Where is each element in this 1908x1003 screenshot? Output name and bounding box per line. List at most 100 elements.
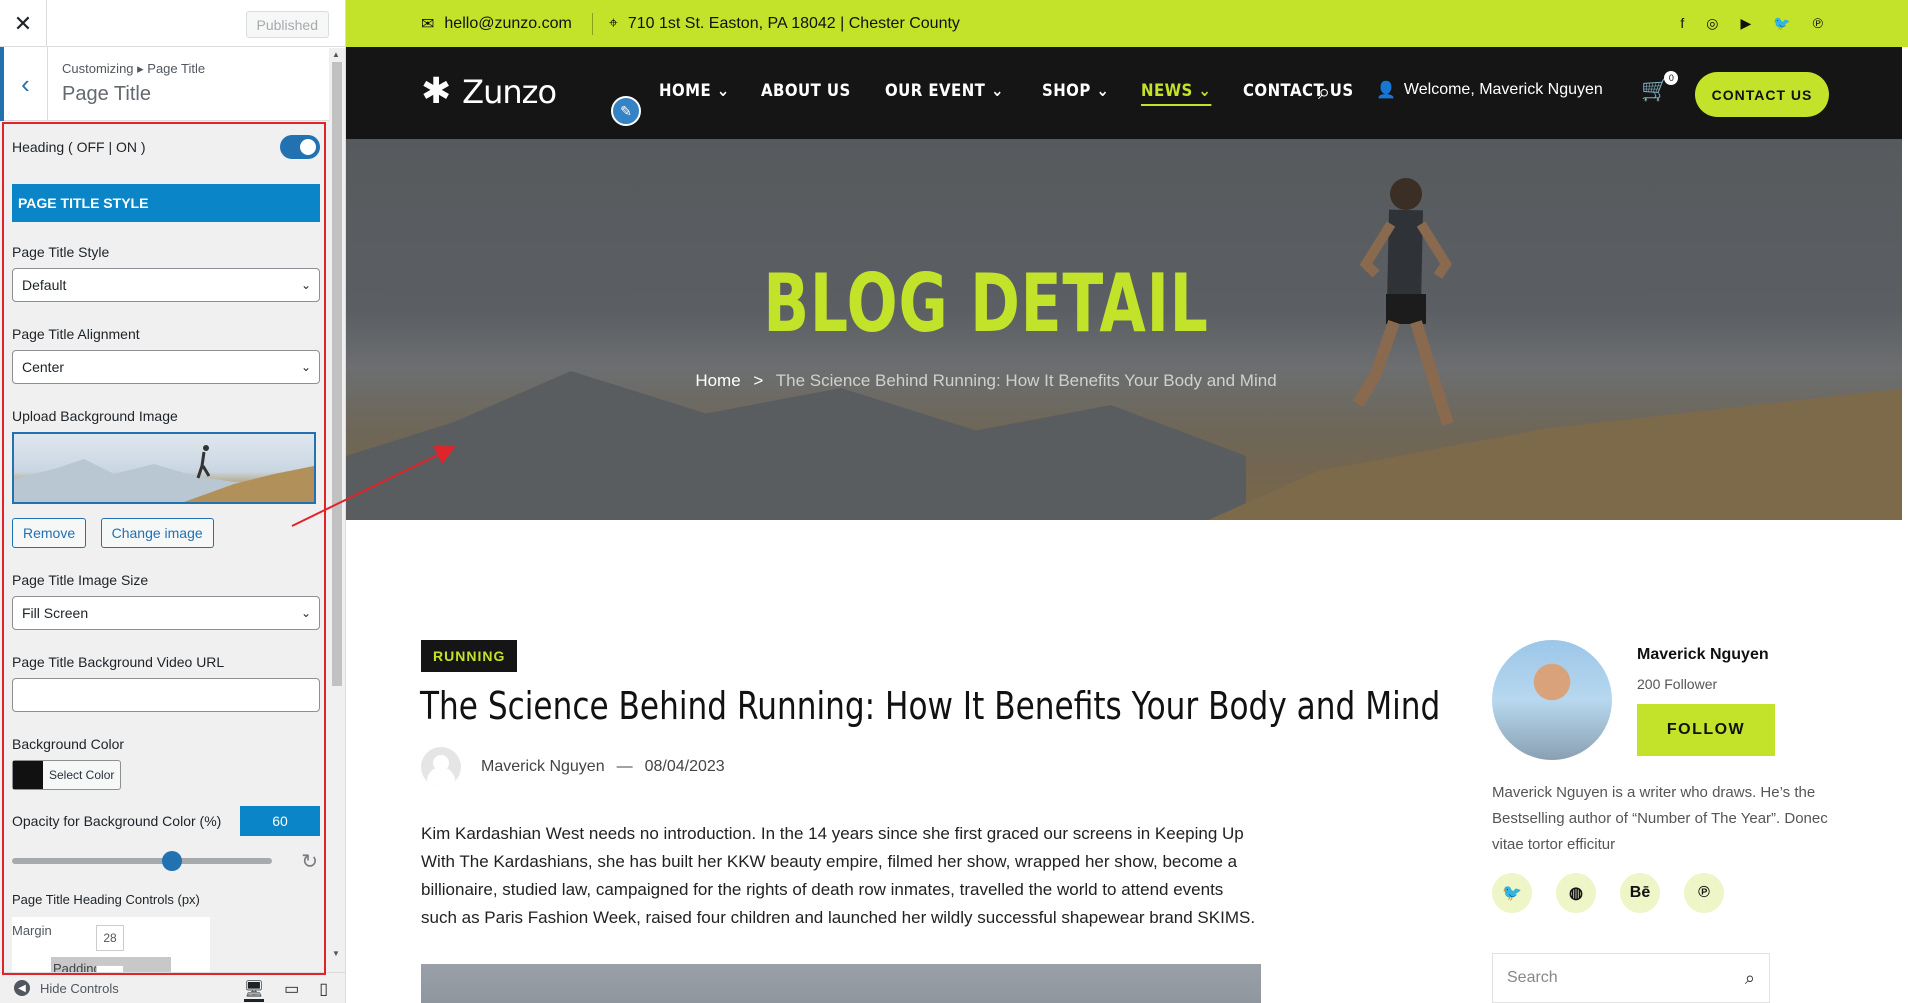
twitter-icon[interactable]: 🐦 xyxy=(1492,873,1532,913)
menu-item-shop[interactable]: SHOP ⌄ xyxy=(1042,81,1109,106)
color-swatch xyxy=(13,761,43,789)
preview-scrollbar[interactable] xyxy=(1902,47,1908,520)
back-button[interactable]: ‹ xyxy=(0,47,48,121)
user-icon: 👤 xyxy=(1376,82,1396,99)
alignment-select[interactable]: Center ⌄ xyxy=(12,350,320,384)
image-size-select[interactable]: Fill Screen ⌄ xyxy=(12,596,320,630)
menu-item-about-us[interactable]: ABOUT US xyxy=(761,81,851,106)
page-title-style-select[interactable]: Default ⌄ xyxy=(12,268,320,302)
runner-thumbnail-image xyxy=(14,445,314,502)
customizer-controls: Heading ( OFF | ON ) PAGE TITLE STYLE Pa… xyxy=(0,122,330,972)
margin-input[interactable]: 28 xyxy=(96,925,124,951)
change-image-button[interactable]: Change image xyxy=(100,518,214,548)
close-customizer-button[interactable]: ✕ xyxy=(0,0,47,47)
post-body: Kim Kardashian West needs no introductio… xyxy=(421,824,1256,927)
video-url-input[interactable] xyxy=(12,678,320,712)
author-photo xyxy=(1492,640,1612,760)
behance-icon[interactable]: Bē xyxy=(1620,873,1660,913)
chevron-down-icon: ⌄ xyxy=(300,606,311,620)
pinterest-icon[interactable]: ℗ xyxy=(1684,873,1724,913)
follow-button[interactable]: FOLLOW xyxy=(1637,704,1775,756)
author-social: 🐦 ◍ Bē ℗ xyxy=(1492,873,1724,913)
spacing-control: Margin 28 Padding - xyxy=(12,917,210,972)
sidebar-scrollbar[interactable]: ▲ ▼ xyxy=(329,48,345,958)
published-button[interactable]: Published xyxy=(245,11,329,38)
hide-controls-icon[interactable]: ◀ xyxy=(14,980,30,996)
slider-handle[interactable] xyxy=(162,851,182,871)
edit-shortcut-pencil-icon[interactable]: ✎ xyxy=(611,96,641,126)
opacity-slider[interactable]: ↻ xyxy=(12,846,320,876)
section-header: ‹ Customizing ▸ Page Title Page Title xyxy=(0,47,345,121)
twitter-icon[interactable]: 🐦 xyxy=(1773,15,1790,32)
runner-logo-icon: ✱ xyxy=(421,71,451,112)
device-switcher: 🖥 ▭ ▯ xyxy=(243,979,328,1002)
customizer-sidebar: ✕ Published ‹ Customizing ▸ Page Title P… xyxy=(0,0,346,1003)
youtube-icon[interactable]: ▶ xyxy=(1740,15,1751,32)
breadcrumb-separator-icon: > xyxy=(753,371,764,390)
page-title-style-label: Page Title Style xyxy=(12,244,110,260)
category-tag[interactable]: RUNNING xyxy=(421,640,518,672)
logo[interactable]: ✱ Zunzo xyxy=(421,71,557,112)
contact-us-button[interactable]: CONTACT US xyxy=(1695,72,1829,117)
cart-count-badge: 0 xyxy=(1664,71,1679,85)
tablet-icon[interactable]: ▭ xyxy=(284,979,299,1002)
heading-toggle[interactable] xyxy=(280,135,320,159)
remove-image-button[interactable]: Remove xyxy=(12,518,87,548)
post-featured-image xyxy=(421,964,1261,1003)
padding-label: Padding xyxy=(53,961,101,972)
slider-track xyxy=(12,858,272,864)
address-text: 710 1st St. Easton, PA 18042 | Chester C… xyxy=(627,14,960,32)
facebook-icon[interactable]: f xyxy=(1680,15,1684,32)
topbar-social: f ◎ ▶ 🐦 ℗ xyxy=(1680,15,1823,32)
page-title-style-banner: PAGE TITLE STYLE xyxy=(12,184,320,222)
padding-box: Padding - xyxy=(51,957,171,972)
location-pin-icon: ⌖ xyxy=(608,14,618,32)
mobile-icon[interactable]: ▯ xyxy=(319,979,328,1002)
sidebar-search-input[interactable]: Search ⌕ xyxy=(1492,953,1770,1003)
hero-title: BLOG DETAIL xyxy=(763,257,1209,350)
hill-bg xyxy=(1166,386,1902,520)
section-title: Page Title xyxy=(62,83,151,105)
alignment-value: Center xyxy=(22,359,65,375)
post-author[interactable]: Maverick Nguyen xyxy=(481,758,605,776)
heading-toggle-label: Heading ( OFF | ON ) xyxy=(12,139,146,155)
dribbble-icon[interactable]: ◍ xyxy=(1556,873,1596,913)
search-icon[interactable]: ⌕ xyxy=(1745,968,1755,989)
author-bio: Maverick Nguyen is a writer who draws. H… xyxy=(1492,784,1828,853)
padding-input[interactable]: - xyxy=(96,965,124,972)
reset-icon[interactable]: ↻ xyxy=(301,849,318,874)
opacity-value-input[interactable]: 60 xyxy=(240,806,320,836)
instagram-icon[interactable]: ◎ xyxy=(1706,15,1718,32)
menu-item-our-event[interactable]: OUR EVENT ⌄ xyxy=(885,81,1004,106)
menu-item-news[interactable]: NEWS ⌄ xyxy=(1141,81,1212,106)
email-text[interactable]: hello@zunzo.com xyxy=(444,15,571,33)
desktop-icon[interactable]: 🖥 xyxy=(243,979,265,1002)
pinterest-icon[interactable]: ℗ xyxy=(1813,15,1823,32)
address-info: ⌖ 710 1st St. Easton, PA 18042 | Chester … xyxy=(609,15,960,33)
main-menu: HOME ⌄ ABOUT US OUR EVENT ⌄ SHOP ⌄ NEWS … xyxy=(659,81,1369,106)
hide-controls-label[interactable]: Hide Controls xyxy=(40,981,119,996)
scrollbar-thumb[interactable] xyxy=(332,62,342,686)
background-image-thumbnail[interactable] xyxy=(12,432,316,504)
logo-text: Zunzo xyxy=(462,72,557,111)
scroll-down-icon[interactable]: ▼ xyxy=(332,949,340,958)
cart-icon[interactable]: 🛒 0 xyxy=(1641,71,1679,103)
video-url-label: Page Title Background Video URL xyxy=(12,654,225,670)
post-meta: Maverick Nguyen — 08/04/2023 xyxy=(421,747,725,787)
author-followers: 200 Follower xyxy=(1637,676,1718,692)
bg-color-label: Background Color xyxy=(12,736,125,752)
menu-item-home[interactable]: HOME ⌄ xyxy=(659,81,730,106)
user-welcome[interactable]: 👤 Welcome, Maverick Nguyen xyxy=(1376,80,1603,100)
breadcrumb-home[interactable]: Home xyxy=(695,371,740,390)
menu-item-contact-us[interactable]: CONTACT US xyxy=(1243,81,1354,106)
search-icon[interactable]: ⌕ xyxy=(1318,79,1330,105)
chevron-left-icon: ‹ xyxy=(21,68,30,99)
customizer-footer: ◀ Hide Controls 🖥 ▭ ▯ xyxy=(0,972,345,1003)
author-name: Maverick Nguyen xyxy=(1637,646,1769,663)
search-placeholder: Search xyxy=(1507,969,1558,986)
chevron-down-icon: ⌄ xyxy=(300,360,311,374)
bg-color-picker[interactable]: Select Color xyxy=(12,760,122,790)
meta-separator: — xyxy=(616,758,633,775)
scroll-up-icon[interactable]: ▲ xyxy=(332,50,340,59)
mail-icon: ✉ xyxy=(421,15,435,33)
